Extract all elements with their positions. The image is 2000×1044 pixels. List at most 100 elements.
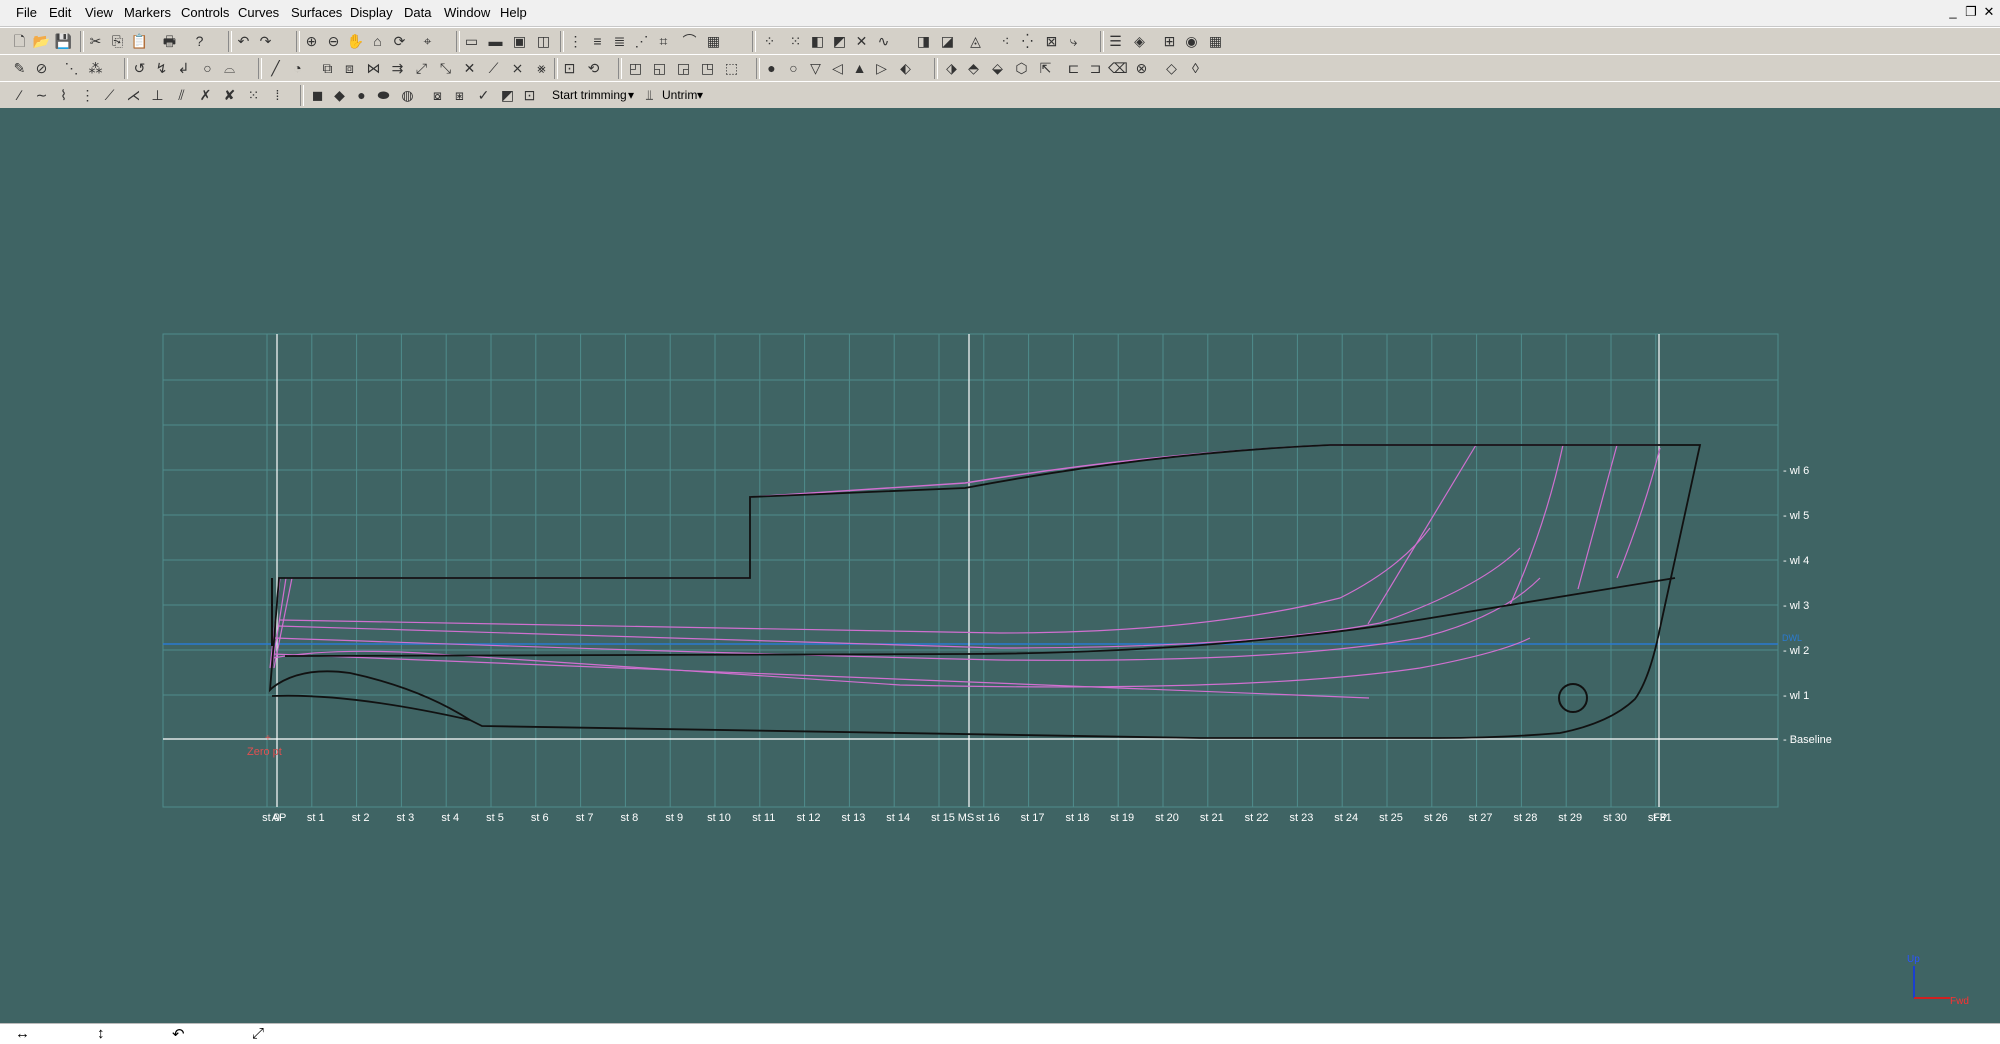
save-icon[interactable]: 💾 (54, 32, 73, 51)
pyramid-icon[interactable]: ▲ (850, 59, 869, 78)
show-both-icon[interactable]: ⊠ (1042, 32, 1061, 51)
rotate-icon[interactable]: ⟲ (584, 59, 603, 78)
help-icon[interactable]: ? (190, 32, 209, 51)
table-icon[interactable]: ▦ (704, 32, 723, 51)
zoom-in-icon[interactable]: ⊕ (302, 32, 321, 51)
circle-icon[interactable]: ○ (198, 59, 217, 78)
layer2-icon[interactable]: ◪ (938, 32, 957, 51)
surface-join-icon[interactable]: ◳ (698, 59, 717, 78)
measure-icon[interactable]: ⊗ (1132, 59, 1151, 78)
move-point-icon[interactable]: ↯ (152, 59, 171, 78)
intersections-icon[interactable]: ⌗ (654, 32, 673, 51)
flatten-icon[interactable]: ⬡ (1012, 59, 1031, 78)
tangent-line-icon[interactable]: ⫽ (172, 86, 191, 105)
offset-icon[interactable]: ⇉ (388, 59, 407, 78)
fillet-icon[interactable]: ◔ (288, 59, 307, 78)
intersect-icon[interactable]: ✕ (460, 59, 479, 78)
hull-profile-drawing[interactable]: - wl 6 - wl 5 - wl 4 - wl 3 - wl 2 - wl 1 - Ba… (0, 108, 2000, 1023)
untrim-dropdown[interactable]: Untrim (662, 88, 697, 102)
profile-viewport[interactable]: - wl 6 - wl 5 - wl 4 - wl 3 - wl 2 - wl 1 - Ba… (0, 108, 2000, 1023)
menu-data[interactable]: Data (404, 5, 431, 20)
shell-blue-icon[interactable]: ⬬ (374, 86, 393, 105)
surface-extend-icon[interactable]: ⬚ (722, 59, 741, 78)
add-point-icon[interactable]: ↺ (130, 59, 149, 78)
menu-view[interactable]: View (85, 5, 113, 20)
revolve-icon[interactable]: ◍ (398, 86, 417, 105)
rotate-icon[interactable]: ↶ (172, 1025, 185, 1043)
boolean-icon[interactable]: ⧇ (428, 86, 447, 105)
fair-icon[interactable]: ∿ (874, 32, 893, 51)
sphere-blue-icon[interactable]: ● (352, 86, 371, 105)
loft-icon[interactable]: ⬖ (896, 59, 915, 78)
split-icon[interactable]: ⤡ (436, 59, 455, 78)
pencil-icon[interactable]: ✎ (10, 59, 29, 78)
menu-curves[interactable]: Curves (238, 5, 279, 20)
layer-icon[interactable]: ◨ (914, 32, 933, 51)
menu-controls[interactable]: Controls (181, 5, 229, 20)
waterlines-icon[interactable]: ≣ (610, 32, 629, 51)
break-icon[interactable]: ⨳ (532, 59, 551, 78)
start-trimming-dropdown[interactable]: Start trimming (552, 88, 627, 102)
home-view-icon[interactable]: ⌂ (368, 32, 387, 51)
diagonals-icon[interactable]: ⋰ (632, 32, 651, 51)
scale-icon[interactable]: ⊡ (560, 59, 579, 78)
cross2-icon[interactable]: ✘ (220, 86, 239, 105)
grid-snap-icon[interactable]: ⁛ (1018, 32, 1037, 51)
paste-icon[interactable]: 📋 (130, 32, 149, 51)
control-net-icon[interactable]: ⁂ (86, 59, 105, 78)
cut-icon[interactable]: ✂ (86, 32, 105, 51)
buttocks-icon[interactable]: ≡ (588, 32, 607, 51)
shade-icon[interactable]: ◬ (966, 32, 985, 51)
print-icon[interactable]: 🖶 (160, 32, 179, 51)
marker-icon[interactable]: ⁘ (760, 32, 779, 51)
rotate-view-icon[interactable]: ⟳ (390, 32, 409, 51)
solid-blue-icon[interactable]: ◼ (308, 86, 327, 105)
plate-icon[interactable]: ⬘ (964, 59, 983, 78)
marker-fit-icon[interactable]: ◩ (830, 32, 849, 51)
open-file-icon[interactable]: 📂 (32, 32, 51, 51)
stations-icon[interactable]: ⋮ (566, 32, 585, 51)
view-body-icon[interactable]: ▣ (510, 32, 529, 51)
cylinder-icon[interactable]: ○ (784, 59, 803, 78)
restore-button[interactable]: ❐ (1962, 3, 1980, 21)
point-grid-icon[interactable]: ⁙ (244, 86, 263, 105)
develop-icon[interactable]: ⬗ (942, 59, 961, 78)
cross-icon[interactable]: ✗ (196, 86, 215, 105)
menu-markers[interactable]: Markers (124, 5, 171, 20)
redo-icon[interactable]: ↷ (256, 32, 275, 51)
polyline-icon[interactable]: ∕ (10, 86, 29, 105)
render-icon[interactable]: ◈ (1130, 32, 1149, 51)
close-button[interactable]: ✕ (1980, 3, 1998, 21)
arc-icon[interactable]: ⌓ (220, 59, 239, 78)
marker-delete-icon[interactable]: ✕ (852, 32, 871, 51)
menu-surfaces[interactable]: Surfaces (291, 5, 342, 20)
trim-curve-icon[interactable]: ⟋ (484, 59, 503, 78)
insert-point-icon[interactable]: ↲ (174, 59, 193, 78)
dimension-icon[interactable]: ⊏ (1064, 59, 1083, 78)
copy-curve-icon[interactable]: ⧉ (318, 59, 337, 78)
new-file-icon[interactable]: 🗋 (10, 32, 29, 51)
prism-icon[interactable]: ▷ (872, 59, 891, 78)
bezier-icon[interactable]: ⌇ (54, 86, 73, 105)
surface-copy-icon[interactable]: ◱ (650, 59, 669, 78)
grid-icon[interactable]: ⊞ (1160, 32, 1179, 51)
delete-curve-icon[interactable]: ⊘ (32, 59, 51, 78)
select-icon[interactable]: ⌖ (418, 32, 437, 51)
menu-display[interactable]: Display (350, 5, 393, 20)
pan-hand-icon[interactable]: ✋ (346, 32, 365, 51)
cursor-arrow-icon[interactable]: ⇱ (1036, 59, 1055, 78)
view-perspective-icon[interactable]: ◫ (534, 32, 553, 51)
sphere-icon[interactable]: ● (762, 59, 781, 78)
minimize-button[interactable]: _ (1944, 3, 1962, 21)
cone-icon[interactable]: ▽ (806, 59, 825, 78)
mirror-icon[interactable]: ⋈ (364, 59, 383, 78)
note-icon[interactable]: ⊐ (1086, 59, 1105, 78)
perp-line-icon[interactable]: ⊥ (148, 86, 167, 105)
menu-edit[interactable]: Edit (49, 5, 71, 20)
layers-grid-icon[interactable]: ▦ (1206, 32, 1225, 51)
view-profile-icon[interactable]: ▭ (462, 32, 481, 51)
diagonal-line-icon[interactable]: ⟋ (100, 86, 119, 105)
paste-curve-icon[interactable]: ⧈ (340, 59, 359, 78)
view-plan-icon[interactable]: ▬ (486, 32, 505, 51)
plate2-icon[interactable]: ⬙ (988, 59, 1007, 78)
